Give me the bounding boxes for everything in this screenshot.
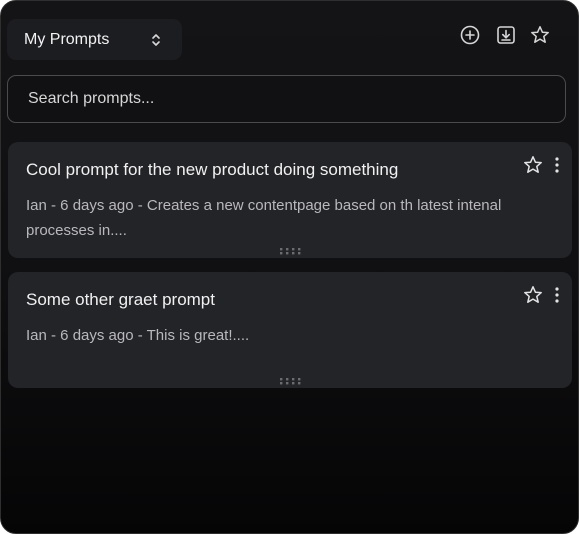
download-icon [496,25,516,50]
prompt-meta: Ian - 6 days ago - Creates a new content… [26,197,502,239]
prompt-card[interactable]: Cool prompt for the new product doing so… [8,142,572,258]
more-vertical-icon [555,286,559,308]
prompt-library-select-label: My Prompts [24,30,110,48]
drag-handle-icon [279,372,303,389]
drag-handle[interactable] [279,242,303,255]
star-outline-icon [523,155,543,180]
search-input[interactable] [8,76,565,122]
chevron-up-down-icon [150,33,162,47]
prompt-title: Some other graet prompt [26,290,215,309]
plus-circle-icon [460,25,480,50]
prompt-menu-button[interactable] [551,286,563,308]
favorites-button[interactable] [530,25,550,50]
star-icon [530,25,550,50]
prompt-card[interactable]: Some other graet prompt Ian - 6 days ago… [8,272,572,388]
favorite-button[interactable] [523,155,543,180]
import-button[interactable] [496,25,516,50]
favorite-button[interactable] [523,285,543,310]
star-outline-icon [523,285,543,310]
prompt-meta: Ian - 6 days ago - This is great!.... [26,327,250,344]
more-vertical-icon [555,156,559,178]
prompt-menu-button[interactable] [551,156,563,178]
search-box [7,75,566,123]
prompt-title: Cool prompt for the new product doing so… [26,160,399,179]
prompts-panel: My Prompts Search prompts... Cool prompt… [0,0,579,534]
add-prompt-button[interactable] [460,25,480,50]
drag-handle[interactable] [279,372,303,385]
prompt-library-select[interactable]: My Prompts [7,19,182,60]
drag-handle-icon [279,242,303,259]
